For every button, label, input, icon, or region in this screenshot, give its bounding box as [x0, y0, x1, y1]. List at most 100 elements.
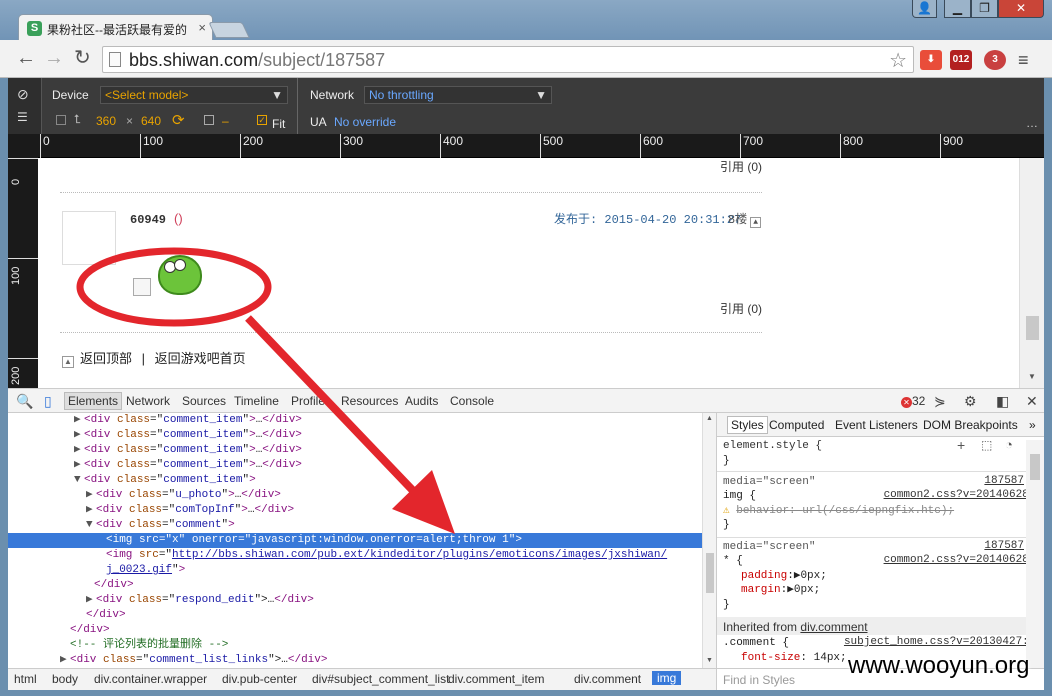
tab-audits[interactable]: Audits	[405, 394, 438, 408]
tab-close-icon[interactable]: ×	[198, 20, 206, 35]
elements-scrollbar[interactable]: ▲ ▼	[702, 413, 716, 668]
back-to-top-link[interactable]: 返回顶部	[80, 351, 132, 366]
page-scrollbar-thumb[interactable]	[1026, 316, 1039, 340]
ua-value[interactable]: No override	[334, 115, 396, 129]
show-drawer-icon[interactable]: ⋟	[934, 393, 946, 410]
rule3-source-link[interactable]: subject_home.css?v=20130427:78	[844, 636, 1042, 648]
color-format-icon[interactable]: ◔	[1005, 437, 1013, 452]
height-input[interactable]: 640	[141, 114, 161, 128]
styles-scrollbar-thumb[interactable]	[1030, 454, 1040, 480]
settings-gear-icon[interactable]: ⚙	[964, 393, 977, 410]
breadcrumb-item[interactable]: html	[14, 672, 37, 686]
error-counter[interactable]: ✕ 32	[901, 394, 925, 408]
new-tab-button[interactable]	[208, 22, 250, 38]
breadcrumb-item[interactable]: div.container.wrapper	[94, 672, 207, 686]
dom-node-line[interactable]: ▶ <div class="comment_list_links">…</div>	[8, 653, 702, 668]
dom-node-line[interactable]: ▶ <div class="u_photo">…</div>	[8, 488, 702, 503]
close-devtools-icon[interactable]: ✕	[1026, 393, 1038, 410]
scroll-up-icon[interactable]: ▲	[706, 415, 713, 422]
more-options-icon[interactable]: …	[1026, 116, 1038, 130]
forward-arrow-icon[interactable]: →	[44, 48, 64, 68]
tab-profiles[interactable]: Profiles	[291, 394, 331, 408]
breadcrumb-item[interactable]: div.pub-center	[222, 672, 297, 686]
extension-3-icon[interactable]: 3	[984, 50, 1006, 70]
rule1-declaration[interactable]: ⚠ behavior: url(/css/iepngfix.htc);	[723, 504, 954, 518]
styles-tab[interactable]: Computed	[769, 418, 824, 432]
tab-console[interactable]: Console	[450, 394, 494, 408]
styles-tab[interactable]: DOM Breakpoints	[923, 418, 1018, 432]
width-input[interactable]: 360	[96, 114, 116, 128]
scroll-down-icon[interactable]: ▼	[706, 657, 713, 664]
bookmark-star-icon[interactable]: ☆	[889, 48, 907, 73]
more-tabs-icon[interactable]: »	[1029, 418, 1036, 432]
rotate-icon[interactable]: ⟳	[172, 111, 185, 129]
media-source-link[interactable]: 187587	[984, 540, 1024, 552]
dom-node-line[interactable]: </div>	[8, 578, 702, 593]
dimension-checkbox[interactable]	[56, 115, 66, 125]
user-profile-icon[interactable]: 👤	[912, 0, 937, 18]
browser-tab[interactable]: S 果粉社区--最活跃最有爱的 ×	[18, 14, 213, 42]
rule2-selector[interactable]: * {	[723, 554, 743, 568]
media-query-icon[interactable]: ☰	[17, 110, 28, 124]
rule3-selector[interactable]: .comment {	[723, 636, 789, 650]
breadcrumb-item[interactable]: div.comment_item	[448, 672, 544, 686]
dom-node-line[interactable]: ▶ <div class="respond_edit">…</div>	[8, 593, 702, 608]
dom-node-line[interactable]: ▶ <div class="comment_item">…</div>	[8, 458, 702, 473]
scroll-down-icon[interactable]: ▼	[1028, 372, 1036, 381]
dock-side-icon[interactable]: ◧	[996, 393, 1009, 410]
styles-tab[interactable]: Event Listeners	[835, 418, 918, 432]
quote-link-top[interactable]: 引用 (0)	[720, 158, 762, 175]
toggle-state-icon[interactable]: ⬚	[981, 438, 992, 452]
tab-sources[interactable]: Sources	[182, 394, 226, 408]
dom-node-line[interactable]: ▼ <div class="comment_item">	[8, 473, 702, 488]
add-rule-icon[interactable]: +	[957, 437, 965, 453]
elements-scrollbar-thumb[interactable]	[706, 553, 714, 593]
page-scrollbar[interactable]: ▼	[1019, 158, 1044, 388]
breadcrumb-item[interactable]: div#subject_comment_list	[312, 672, 449, 686]
reload-icon[interactable]: ↻	[74, 48, 91, 68]
dom-node-line[interactable]: ▶ <div class="comTopInf">…</div>	[8, 503, 702, 518]
rule2-source-link[interactable]: common2.css?v=20140628:4	[884, 554, 1042, 566]
rule3-font-size[interactable]: font-size: 14px;	[741, 651, 847, 665]
tab-timeline[interactable]: Timeline	[234, 394, 279, 408]
dom-node-line[interactable]: </div>	[8, 623, 702, 638]
dom-node-line[interactable]: ▶ <div class="comment_item">…</div>	[8, 443, 702, 458]
dom-node-line[interactable]: ▶ <div class="comment_item">…</div>	[8, 413, 702, 428]
tab-resources[interactable]: Resources	[341, 394, 398, 408]
no-entry-icon[interactable]: ⊘	[17, 86, 29, 103]
screen-icon[interactable]	[204, 115, 214, 125]
quote-link-bottom[interactable]: 引用 (0)	[720, 300, 762, 317]
maximize-button[interactable]: ❐	[971, 0, 998, 18]
close-window-button[interactable]: ✕	[998, 0, 1044, 18]
fit-checkbox[interactable]: ✓	[257, 115, 267, 125]
back-to-forum-link[interactable]: 返回游戏吧首页	[155, 351, 246, 366]
extension-012-icon[interactable]: 012	[950, 50, 972, 70]
extension-download-icon[interactable]: ⬇	[920, 50, 942, 70]
breadcrumb-item[interactable]: img	[652, 671, 682, 685]
dom-node-line[interactable]: </div>	[8, 608, 702, 623]
styles-tab[interactable]: Styles	[727, 416, 768, 434]
dom-node-line[interactable]: <!-- 评论列表的批量删除 -->	[8, 638, 702, 653]
rule1-source-link[interactable]: common2.css?v=20140628:8	[884, 489, 1042, 501]
selected-img-node[interactable]: <img src="x" onerror="javascript:window.…	[8, 533, 702, 548]
rule1-selector[interactable]: img {	[723, 489, 756, 503]
rule2-margin[interactable]: margin:▶0px;	[741, 583, 820, 597]
device-mode-icon[interactable]: ▯	[44, 393, 52, 410]
inspect-search-icon[interactable]: 🔍	[16, 393, 33, 410]
styles-scrollbar[interactable]	[1026, 440, 1044, 668]
element-style-selector[interactable]: element.style {	[723, 439, 822, 453]
dom-node-line[interactable]: <img src="http://bbs.shiwan.com/pub.ext/…	[8, 548, 702, 563]
inherited-from-link[interactable]: div.comment	[800, 620, 867, 634]
up-arrow-icon[interactable]: ▲	[750, 217, 762, 228]
media-source-link[interactable]: 187587	[984, 475, 1024, 487]
menu-icon[interactable]: ≡	[1018, 50, 1029, 71]
post-author-number[interactable]: 60949	[130, 213, 166, 227]
dom-node-line[interactable]: j_0023.gif">	[8, 563, 702, 578]
network-throttle-select[interactable]: No throttling ▼	[364, 86, 552, 104]
rule2-padding[interactable]: padding:▶0px;	[741, 569, 827, 583]
breadcrumb-item[interactable]: div.comment	[574, 672, 641, 686]
tab-elements[interactable]: Elements	[64, 392, 123, 410]
tab-network[interactable]: Network	[126, 394, 170, 408]
breadcrumb-item[interactable]: body	[52, 672, 78, 686]
minimize-button[interactable]: ▁	[944, 0, 971, 18]
